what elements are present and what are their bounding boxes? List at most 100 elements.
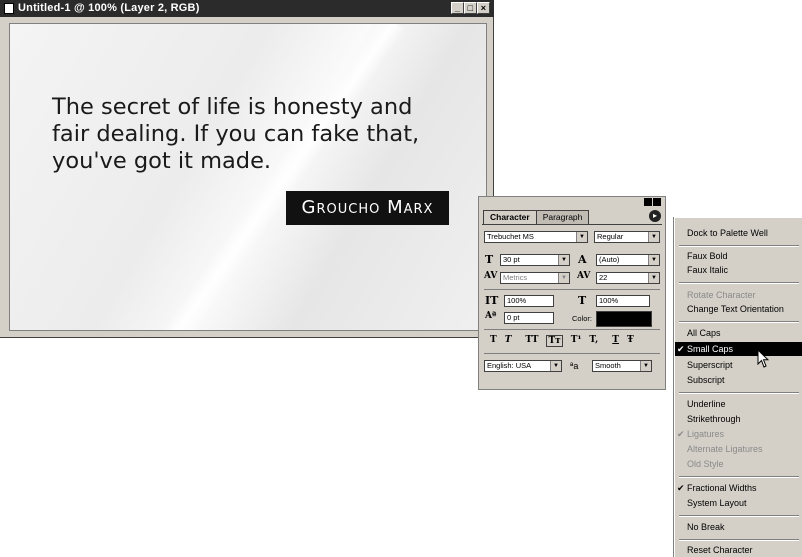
menu-item-label: Reset Character	[687, 545, 753, 555]
leading-field[interactable]: (Auto) ▼	[596, 254, 660, 266]
baseline-shift-field[interactable]: 0 pt	[504, 312, 554, 324]
font-size-value: 30 pt	[503, 255, 520, 264]
mouse-pointer-icon	[757, 349, 769, 368]
chevron-down-icon: ▼	[640, 361, 651, 371]
tab-character[interactable]: Character	[483, 210, 537, 224]
small-caps-button[interactable]: Tт	[546, 335, 563, 347]
menu-item-faux-italic[interactable]: Faux Italic	[675, 263, 802, 277]
menu-separator	[679, 321, 799, 323]
faux-italic-button[interactable]: T	[505, 335, 512, 347]
horizontal-scale-value: 100%	[599, 296, 619, 305]
font-family-value: Trebuchet MS	[487, 232, 534, 241]
chevron-down-icon: ▼	[550, 361, 561, 371]
menu-item-label: Underline	[687, 399, 726, 409]
menu-item-dock-to-palette-well[interactable]: Dock to Palette Well	[675, 226, 802, 240]
palette-menu-button[interactable]: ▸	[649, 210, 661, 222]
kerning-field[interactable]: Metrics ▼	[500, 272, 570, 284]
superscript-button[interactable]: T¹	[571, 335, 582, 347]
kerning-icon: AV	[484, 271, 498, 281]
menu-item-label: All Caps	[687, 328, 721, 338]
menu-item-system-layout[interactable]: System Layout	[675, 496, 802, 510]
divider	[484, 289, 660, 290]
menu-item-label: Dock to Palette Well	[687, 228, 768, 238]
menu-item-reset-character[interactable]: Reset Character	[675, 543, 802, 557]
document-title-bar[interactable]: Untitled-1 @ 100% (Layer 2, RGB) _ □ ×	[0, 0, 494, 17]
menu-item-label: Subscript	[687, 375, 725, 385]
font-size-icon: T	[485, 253, 494, 266]
checkmark-icon: ✔	[677, 344, 685, 354]
leading-value: (Auto)	[599, 255, 620, 264]
chevron-down-icon: ▼	[648, 232, 659, 242]
menu-item-fractional-widths[interactable]: ✔ Fractional Widths	[675, 481, 802, 495]
strikethrough-button[interactable]: Ŧ	[627, 335, 634, 347]
menu-item-label: Small Caps	[687, 344, 734, 354]
menu-item-label: Rotate Character	[687, 290, 756, 300]
palette-title-bar[interactable]	[479, 197, 665, 209]
horizontal-scale-field[interactable]: 100%	[596, 295, 650, 307]
chevron-down-icon: ▼	[648, 255, 659, 265]
menu-item-underline[interactable]: Underline	[675, 397, 802, 411]
menu-item-no-break[interactable]: No Break	[675, 520, 802, 534]
image-canvas[interactable]: The secret of life is honesty and fair d…	[9, 23, 487, 331]
close-button[interactable]: ×	[477, 2, 490, 14]
menu-item-label: Fractional Widths	[687, 483, 757, 493]
menu-item-label: Faux Italic	[687, 265, 729, 275]
divider	[484, 353, 660, 354]
horizontal-scale-icon: T	[578, 294, 587, 307]
language-select[interactable]: English: USA ▼	[484, 360, 562, 372]
baseline-shift-icon: Aª	[485, 311, 497, 321]
underline-button[interactable]: T	[612, 335, 619, 347]
tab-paragraph[interactable]: Paragraph	[535, 210, 590, 224]
antialias-value: Smooth	[595, 361, 621, 370]
character-palette-menu: Dock to Palette Well Faux Bold Faux Ital…	[674, 217, 802, 557]
maximize-button[interactable]: □	[464, 2, 477, 14]
quote-text: The secret of life is honesty and fair d…	[52, 94, 419, 175]
menu-separator	[679, 515, 799, 517]
menu-item-all-caps[interactable]: All Caps	[675, 326, 802, 340]
color-swatch[interactable]	[596, 311, 652, 327]
checkmark-icon: ✔	[677, 429, 685, 439]
checkmark-icon: ✔	[677, 483, 685, 493]
menu-item-label: System Layout	[687, 498, 747, 508]
vertical-scale-field[interactable]: 100%	[504, 295, 554, 307]
menu-item-strikethrough[interactable]: Strikethrough	[675, 412, 802, 426]
kerning-value: Metrics	[503, 273, 528, 282]
light-streak	[142, 24, 406, 330]
menu-item-subscript[interactable]: Subscript	[675, 373, 802, 387]
menu-item-ligatures: ✔ Ligatures	[675, 427, 802, 441]
chevron-down-icon: ▼	[558, 273, 569, 283]
menu-item-change-text-orientation[interactable]: Change Text Orientation	[675, 302, 802, 316]
menu-item-old-style: Old Style	[675, 457, 802, 471]
vertical-scale-value: 100%	[507, 296, 527, 305]
menu-item-rotate-character: Rotate Character	[675, 288, 802, 302]
font-size-field[interactable]: 30 pt ▼	[500, 254, 570, 266]
vertical-scale-icon: IT	[485, 294, 499, 307]
leading-icon: A	[578, 253, 587, 266]
faux-bold-button[interactable]: T	[490, 335, 497, 347]
menu-separator	[679, 476, 799, 478]
menu-item-alternate-ligatures: Alternate Ligatures	[675, 442, 802, 456]
antialias-icon: ªa	[570, 361, 579, 371]
menu-item-small-caps[interactable]: ✔ Small Caps	[675, 342, 802, 356]
menu-item-faux-bold[interactable]: Faux Bold	[675, 249, 802, 263]
minimize-button[interactable]: _	[451, 2, 464, 14]
tracking-value: 22	[599, 273, 608, 282]
menu-item-superscript[interactable]: Superscript	[675, 358, 802, 372]
subscript-button[interactable]: T,	[589, 335, 598, 347]
font-style-select[interactable]: Regular ▼	[594, 231, 660, 243]
font-style-value: Regular	[597, 232, 624, 241]
tracking-field[interactable]: 22 ▼	[596, 272, 660, 284]
palette-minimize-icon[interactable]	[644, 198, 652, 206]
menu-item-label: Change Text Orientation	[687, 304, 784, 314]
document-title: Untitled-1 @ 100% (Layer 2, RGB)	[18, 2, 200, 14]
menu-item-label: Ligatures	[687, 429, 725, 439]
tracking-icon: AV	[577, 271, 591, 281]
palette-close-icon[interactable]	[653, 198, 661, 206]
all-caps-button[interactable]: TT	[525, 335, 538, 347]
font-family-select[interactable]: Trebuchet MS ▼	[484, 231, 588, 243]
chevron-down-icon: ▼	[558, 255, 569, 265]
palette-body: Trebuchet MS ▼ Regular ▼ T 30 pt ▼ A (Au…	[482, 224, 662, 387]
menu-separator	[679, 392, 799, 394]
character-palette: Character Paragraph ▸ Trebuchet MS ▼ Reg…	[478, 196, 666, 390]
antialias-select[interactable]: Smooth ▼	[592, 360, 652, 372]
